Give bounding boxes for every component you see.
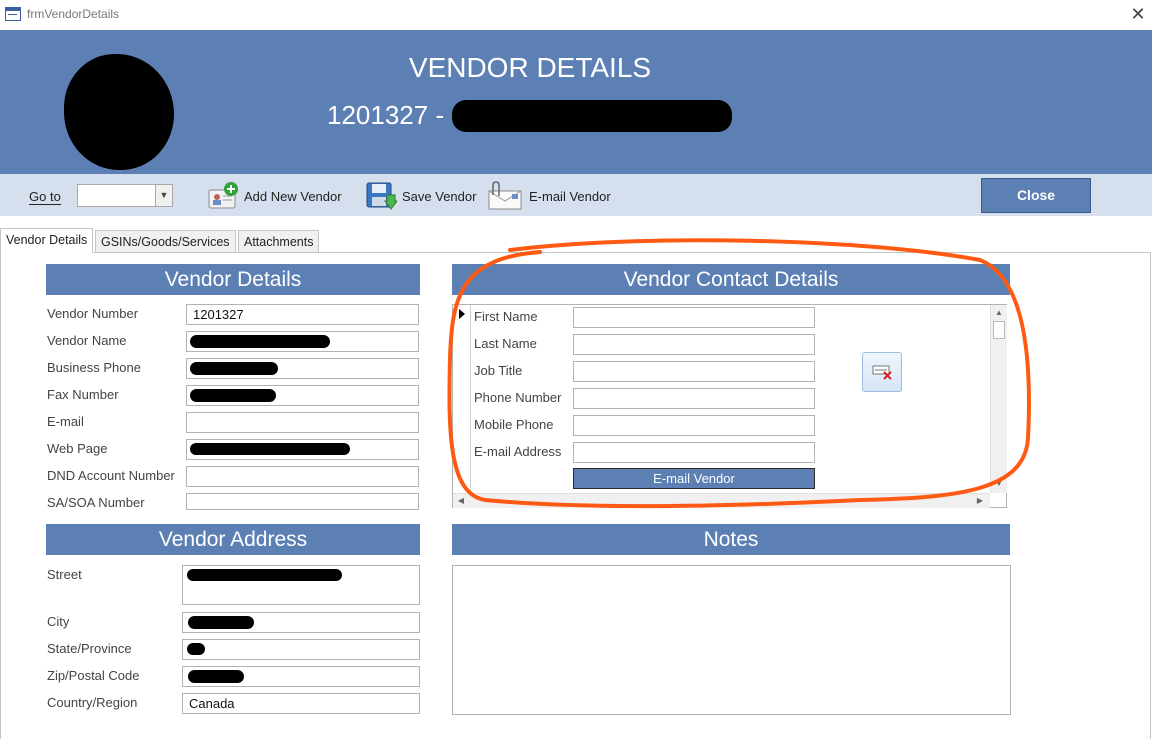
notes-heading: Notes <box>452 524 1010 555</box>
form-icon <box>5 7 21 21</box>
first-name-field[interactable] <box>573 307 815 328</box>
scroll-left-icon[interactable]: ◀ <box>454 494 468 508</box>
window-title-bar: frmVendorDetails ✕ <box>0 0 1152 30</box>
email-vendor-toolbar-label: E-mail Vendor <box>529 188 611 204</box>
state-field[interactable] <box>182 639 420 660</box>
tab-vendor-details[interactable]: Vendor Details <box>0 228 94 253</box>
mobile-phone-field[interactable] <box>573 415 815 436</box>
tab-gsins-goods-services[interactable]: GSINs/Goods/Services <box>95 230 236 252</box>
contact-subform: First Name Last Name Job Title Phone Num… <box>452 304 1007 508</box>
country-field[interactable]: Canada <box>182 693 420 714</box>
vendor-address-heading: Vendor Address <box>46 524 420 555</box>
email-vendor-button-label: E-mail Vendor <box>653 471 735 486</box>
phone-number-label: Phone Number <box>474 390 562 405</box>
email-vendor-toolbar-button[interactable]: E-mail Vendor <box>486 180 611 212</box>
add-vendor-button[interactable]: Add New Vendor <box>207 180 342 212</box>
vendor-number-field[interactable]: 1201327 <box>186 304 419 325</box>
last-name-field[interactable] <box>573 334 815 355</box>
business-phone-redaction <box>190 362 278 375</box>
email-address-field[interactable] <box>573 442 815 463</box>
close-button[interactable]: Close <box>981 178 1091 213</box>
business-phone-label: Business Phone <box>47 360 141 375</box>
email-vendor-button[interactable]: E-mail Vendor <box>573 468 815 489</box>
email-field[interactable] <box>186 412 419 433</box>
save-vendor-label: Save Vendor <box>402 188 477 204</box>
save-vendor-button[interactable]: Save Vendor <box>365 180 476 212</box>
first-name-label: First Name <box>474 309 538 324</box>
phone-number-field[interactable] <box>573 388 815 409</box>
save-disk-icon <box>365 181 398 211</box>
email-address-label: E-mail Address <box>474 444 562 459</box>
street-redaction <box>187 569 342 581</box>
vendor-name-redaction <box>452 100 732 132</box>
add-contact-icon <box>207 181 239 211</box>
vendor-id-heading: 1201327 - <box>327 100 445 130</box>
email-attach-icon <box>486 181 522 211</box>
dnd-account-field[interactable] <box>186 466 419 487</box>
fax-number-redaction <box>190 389 276 402</box>
dnd-account-label: DND Account Number <box>47 468 175 483</box>
web-page-redaction <box>190 443 350 455</box>
fax-number-label: Fax Number <box>47 387 119 402</box>
notes-textarea[interactable] <box>452 565 1011 715</box>
vendor-contact-heading: Vendor Contact Details <box>452 264 1010 295</box>
sa-soa-label: SA/SOA Number <box>47 495 145 510</box>
web-page-label: Web Page <box>47 441 108 456</box>
page-title: VENDOR DETAILS <box>408 52 652 83</box>
delete-record-icon <box>872 365 892 380</box>
last-name-label: Last Name <box>474 336 537 351</box>
city-redaction <box>188 616 254 629</box>
scroll-down-icon[interactable]: ▼ <box>992 477 1006 491</box>
vendor-details-heading: Vendor Details <box>46 264 420 295</box>
state-label: State/Province <box>47 641 132 656</box>
tab-attachments[interactable]: Attachments <box>238 230 320 252</box>
vertical-scroll-thumb[interactable] <box>993 321 1005 339</box>
state-redaction <box>187 643 205 655</box>
vendor-number-label: Vendor Number <box>47 306 139 321</box>
contact-horizontal-scrollbar[interactable]: ◀ ▶ <box>453 493 990 508</box>
header-banner: VENDOR DETAILS 1201327 - <box>0 30 1152 174</box>
email-label: E-mail <box>47 414 84 429</box>
chevron-down-icon[interactable]: ▼ <box>155 185 172 206</box>
sa-soa-field[interactable] <box>186 493 419 510</box>
goto-label-text: Go to <box>29 189 61 205</box>
record-selector[interactable] <box>453 305 471 493</box>
delete-contact-button[interactable] <box>862 352 902 392</box>
toolbar: Go to ▼ Add New Vendor Save Vendor E-mai… <box>0 174 1152 216</box>
zip-label: Zip/Postal Code <box>47 668 140 683</box>
job-title-label: Job Title <box>474 363 523 378</box>
vendor-name-label: Vendor Name <box>47 333 127 348</box>
job-title-field[interactable] <box>573 361 815 382</box>
zip-redaction <box>188 670 244 683</box>
city-label: City <box>47 614 70 629</box>
vendor-name-redaction <box>190 335 330 348</box>
current-record-arrow-icon <box>459 309 465 319</box>
window-title: frmVendorDetails <box>27 7 120 21</box>
scroll-right-icon[interactable]: ▶ <box>973 494 987 508</box>
goto-label: Go to <box>29 189 61 205</box>
add-vendor-label: Add New Vendor <box>244 188 342 204</box>
country-label: Country/Region <box>47 695 138 710</box>
goto-combo[interactable]: ▼ <box>77 184 173 207</box>
scroll-up-icon[interactable]: ▲ <box>992 306 1006 320</box>
window-close-icon[interactable]: ✕ <box>1128 3 1148 25</box>
contact-vertical-scrollbar[interactable]: ▲ ▼ <box>990 305 1007 493</box>
mobile-phone-label: Mobile Phone <box>474 417 554 432</box>
street-label: Street <box>47 567 82 582</box>
